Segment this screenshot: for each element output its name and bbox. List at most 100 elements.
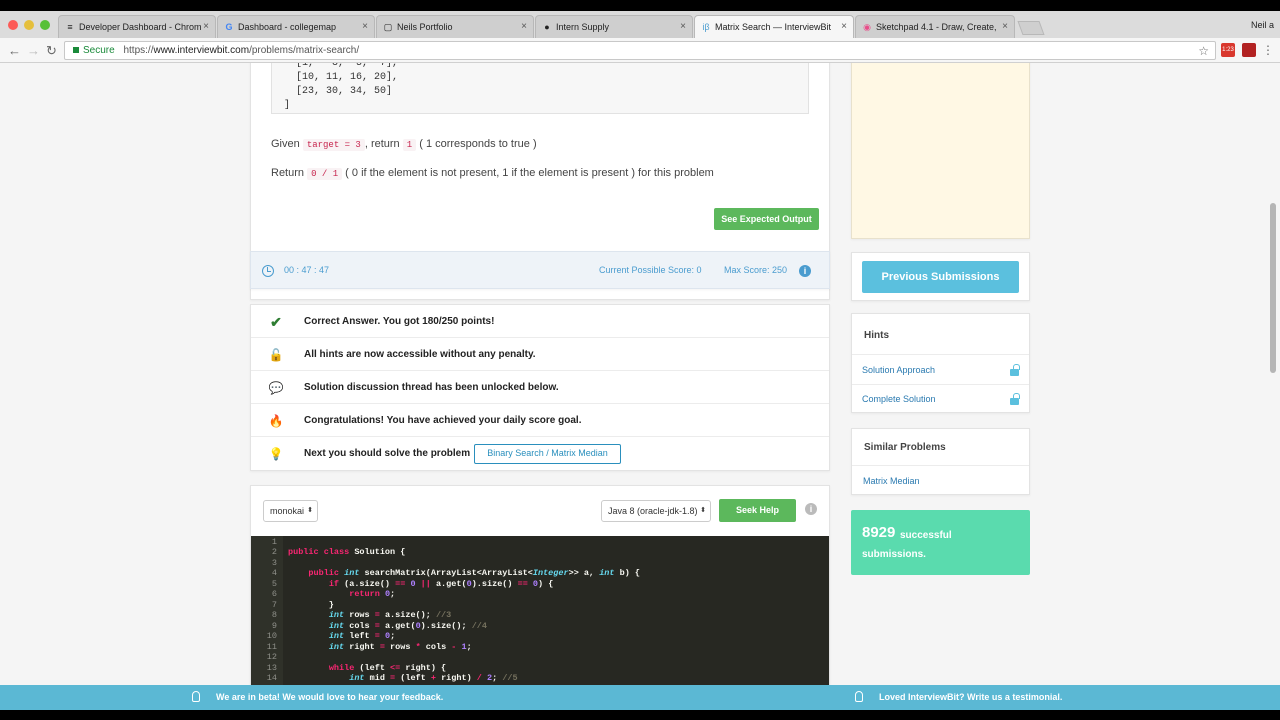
language-value: Java 8 (oracle-jdk-1.8) <box>608 506 698 516</box>
tab-title: Sketchpad 4.1 - Draw, Create, <box>876 22 997 32</box>
return-prefix: Return <box>271 167 305 179</box>
result-text: All hints are now accessible without any… <box>304 349 536 360</box>
matrix-line: [1, 3, 5, 7], <box>296 63 399 69</box>
see-expected-output-button[interactable]: See Expected Output <box>714 208 819 230</box>
tab-sketchpad[interactable]: ◉ Sketchpad 4.1 - Draw, Create, × <box>855 15 1015 38</box>
unlock-icon <box>1010 393 1020 405</box>
matrix-line: ] <box>284 100 291 111</box>
previous-submissions-button[interactable]: Previous Submissions <box>862 261 1019 293</box>
given-text: Given target = 3, return 1 ( 1 correspon… <box>271 138 537 151</box>
given-code: target = 3 <box>302 139 365 151</box>
intern-supply-icon: ● <box>544 22 550 32</box>
tab-close-icon[interactable]: × <box>521 21 527 32</box>
lightbulb-icon: 💡 <box>268 447 284 461</box>
hint-solution-approach-link[interactable]: Solution Approach <box>862 365 935 375</box>
minimize-window-button[interactable] <box>24 20 34 30</box>
tab-close-icon[interactable]: × <box>1002 21 1008 32</box>
address-bar-row: ← → ↻ Secure https://www.interviewbit.co… <box>0 38 1280 63</box>
max-score: Max Score: 250 <box>724 265 788 275</box>
hint-complete-solution-link[interactable]: Complete Solution <box>862 394 936 404</box>
matrix-example: [1, 3, 5, 7], [10, 11, 16, 20], [23, 30,… <box>271 63 809 114</box>
tab-close-icon[interactable]: × <box>362 21 368 32</box>
menu-icon[interactable]: ⋮ <box>1262 43 1276 57</box>
theme-select[interactable]: monokai ⬍ <box>263 500 318 522</box>
result-text: Solution discussion thread has been unlo… <box>304 382 559 393</box>
beta-feedback-link[interactable]: We are in beta! We would love to hear yo… <box>216 692 443 702</box>
success-line2: submissions. <box>862 549 926 560</box>
tab-collegemap[interactable]: G Dashboard - collegemap × <box>217 15 375 38</box>
given-suffix: ( 1 corresponds to true ) <box>419 138 537 150</box>
successful-submissions-badge: 8929 successful submissions. <box>851 510 1030 575</box>
success-word: successful <box>900 530 952 541</box>
result-text: Correct Answer. You got 180/250 points! <box>304 316 495 327</box>
result-text: Congratulations! You have achieved your … <box>304 415 582 426</box>
language-select[interactable]: Java 8 (oracle-jdk-1.8) ⬍ <box>601 500 711 522</box>
similar-problem-link[interactable]: Matrix Median <box>863 476 920 486</box>
result-row-goal: 🔥 Congratulations! You have achieved you… <box>251 404 829 437</box>
return-code: 0 / 1 <box>307 168 343 180</box>
url-host: www.interviewbit.com <box>153 45 250 56</box>
result-row-correct: ✔ Correct Answer. You got 180/250 points… <box>251 305 829 338</box>
advertisement-panel <box>851 63 1030 239</box>
secure-label: Secure <box>83 45 115 56</box>
matrix-line: [10, 11, 16, 20], <box>296 72 399 83</box>
return-text: Return 0 / 1 ( 0 if the element is not p… <box>271 167 714 180</box>
url-input[interactable]: Secure https://www.interviewbit.com/prob… <box>64 41 1216 60</box>
page-icon: ▢ <box>383 22 393 32</box>
tab-title: Matrix Search — InterviewBit <box>715 22 832 32</box>
tab-close-icon[interactable]: × <box>841 21 847 32</box>
tab-neils-portfolio[interactable]: ▢ Neils Portfolio × <box>376 15 534 38</box>
tab-title: Dashboard - collegemap <box>238 22 337 32</box>
screen-top-bar <box>0 0 1280 11</box>
editor-info-icon[interactable]: i <box>805 503 817 515</box>
current-score: Current Possible Score: 0 <box>599 265 702 275</box>
profile-name[interactable]: Neil a <box>1251 20 1274 30</box>
bookmark-star-icon[interactable]: ☆ <box>1198 43 1209 60</box>
tab-close-icon[interactable]: × <box>203 21 209 32</box>
url-scheme: https:// <box>123 45 154 56</box>
score-info-icon[interactable]: i <box>799 265 811 277</box>
tab-close-icon[interactable]: × <box>680 21 686 32</box>
result-row-hints: 🔓 All hints are now accessible without a… <box>251 338 829 371</box>
similar-problems-card: Similar Problems Matrix Median <box>851 428 1030 495</box>
given-prefix: Given <box>271 138 300 150</box>
divider <box>852 465 1029 466</box>
extension-shield-icon[interactable] <box>1242 43 1256 57</box>
close-window-button[interactable] <box>8 20 18 30</box>
tab-intern-supply[interactable]: ● Intern Supply × <box>535 15 693 38</box>
unlock-icon: 🔓 <box>268 348 284 362</box>
tab-title: Neils Portfolio <box>397 22 453 32</box>
forward-arrow-icon[interactable]: → <box>27 43 40 58</box>
clock-icon <box>262 265 274 277</box>
hints-title: Hints <box>864 330 889 341</box>
new-tab-button[interactable] <box>1017 21 1045 35</box>
given-mid: , return <box>364 138 400 150</box>
timer-value: 00 : 47 : 47 <box>284 265 330 275</box>
extension-timer-icon[interactable]: 1:23 <box>1221 43 1235 57</box>
tab-developer-dashboard[interactable]: ≡ Developer Dashboard - Chrom × <box>58 15 216 38</box>
theme-value: monokai <box>270 506 305 516</box>
maximize-window-button[interactable] <box>40 20 50 30</box>
result-text: Next you should solve the problem <box>304 448 471 459</box>
lock-icon <box>73 47 79 53</box>
back-arrow-icon[interactable]: ← <box>8 43 21 58</box>
next-problem-button[interactable]: Binary Search / Matrix Median <box>474 444 621 464</box>
url-text: https://www.interviewbit.com/problems/ma… <box>123 45 359 56</box>
screen-bottom-bar <box>0 710 1280 720</box>
lightbulb-icon <box>192 691 200 702</box>
page-scrollbar[interactable] <box>1270 203 1276 373</box>
checkmark-icon: ✔ <box>270 314 282 330</box>
sketchpad-icon: ◉ <box>863 22 871 32</box>
testimonial-link[interactable]: Loved InterviewBit? Write us a testimoni… <box>879 692 1062 702</box>
select-arrows-icon: ⬍ <box>700 507 706 514</box>
lightbulb-icon <box>855 691 863 702</box>
secure-indicator[interactable]: Secure <box>73 45 115 56</box>
tab-matrix-search[interactable]: iβ Matrix Search — InterviewBit × <box>694 15 854 38</box>
feedback-banner: We are in beta! We would love to hear yo… <box>0 685 1280 710</box>
seek-help-button[interactable]: Seek Help <box>719 499 796 522</box>
reload-icon[interactable]: ↻ <box>46 43 57 59</box>
result-row-next: 💡 Next you should solve the problem Bina… <box>251 437 829 470</box>
code-editor[interactable]: 1 2 public class Solution { 3 4 public in… <box>251 536 829 685</box>
flame-icon: 🔥 <box>268 414 284 428</box>
google-icon: G <box>225 22 233 32</box>
